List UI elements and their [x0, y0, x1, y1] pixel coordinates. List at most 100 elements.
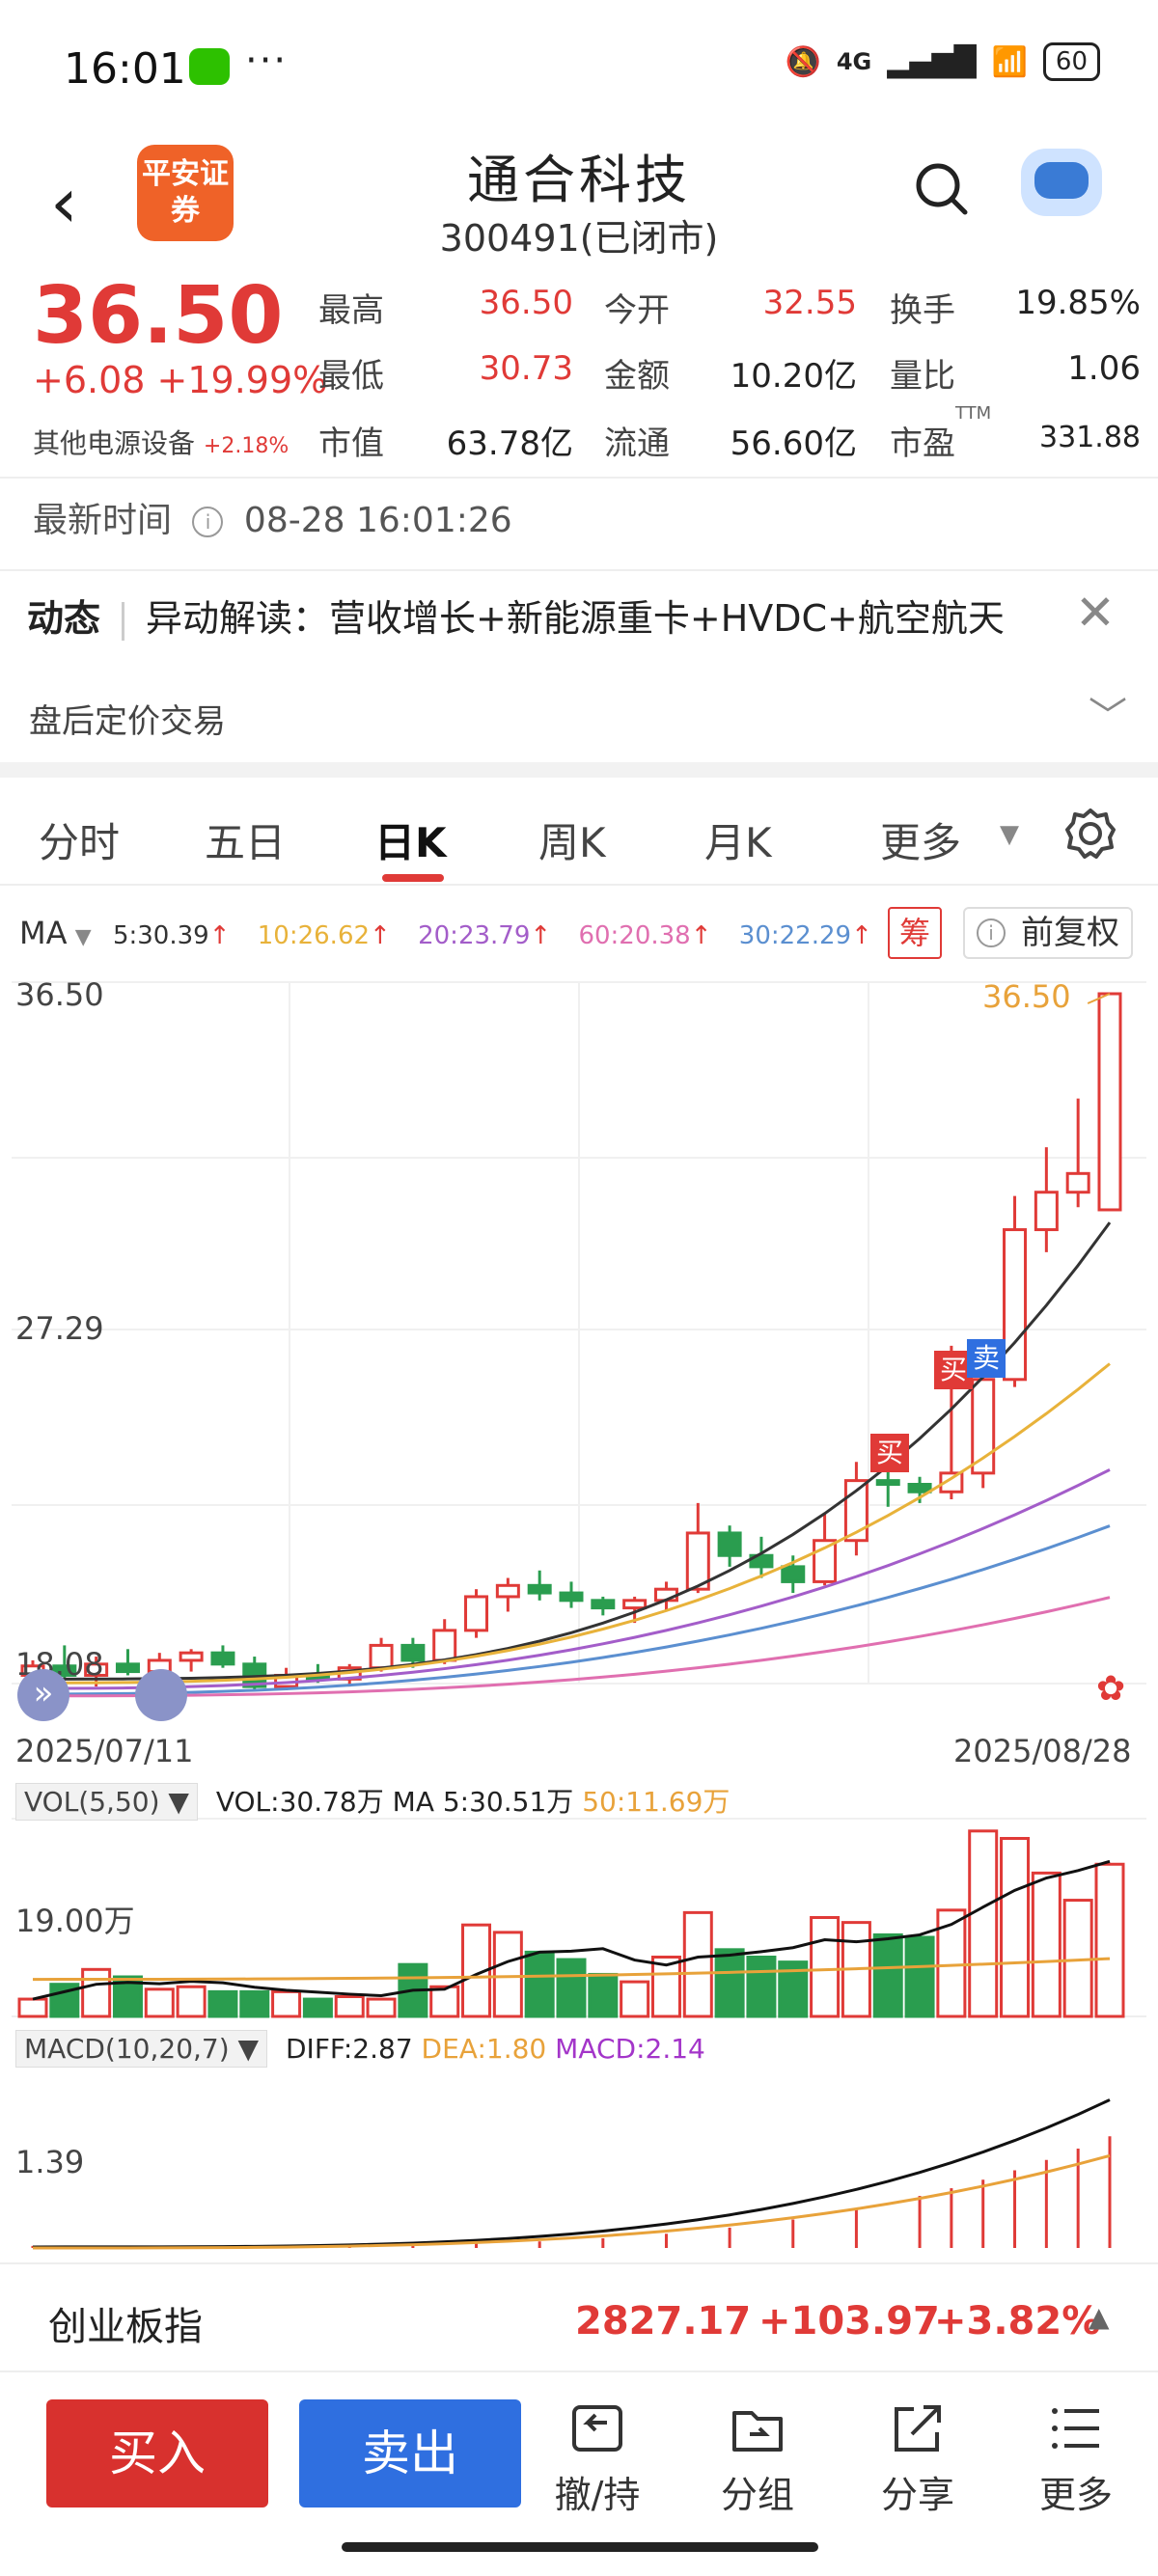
candle-body	[591, 1599, 616, 1610]
battery-icon: 60	[1042, 42, 1100, 81]
tab-more[interactable]: 更多	[880, 810, 961, 869]
macd-legend: MACD(10,20,7) ▼ DIFF:2.87 DEA:1.80 MACD:…	[15, 2030, 705, 2068]
tab-monthly-k[interactable]: 月K	[704, 810, 772, 869]
index-change: +103.97	[758, 2299, 940, 2343]
y-axis-mid-label: 27.29	[15, 1310, 104, 1347]
macd-axis-label: 1.39	[15, 2144, 85, 2180]
more-button[interactable]: 更多	[1004, 2401, 1148, 2518]
expand-panel-icon[interactable]: »	[17, 1669, 69, 1721]
kline-chart-area[interactable]	[0, 965, 1158, 2262]
sell-signal-marker[interactable]: 卖	[967, 1339, 1006, 1378]
group-button[interactable]: 分组	[685, 2401, 830, 2518]
candle-body	[527, 1583, 552, 1595]
candle-body	[717, 1531, 742, 1557]
network-label: 4G	[836, 48, 872, 75]
tab-weekly-k[interactable]: 周K	[538, 810, 606, 869]
chevron-down-icon[interactable]: ﹀	[1089, 685, 1127, 741]
index-value: 2827.17	[575, 2299, 752, 2343]
candle-body	[179, 1651, 204, 1662]
quote-panel: 36.50 +6.08 +19.99% 其他电源设备 +2.18% 最高 36.…	[0, 270, 1158, 473]
drawing-tool-icon[interactable]	[135, 1669, 187, 1721]
ma60-value: 60:20.38	[578, 921, 691, 950]
volume-bar	[1094, 1862, 1125, 2018]
volume-bar	[492, 1931, 523, 2018]
y-axis-top-label: 36.50	[15, 976, 104, 1013]
info-icon: i	[977, 918, 1006, 947]
volume-bar	[714, 1948, 745, 2018]
quote-value: 331.88	[1039, 421, 1141, 454]
index-name: 创业板指	[48, 2305, 203, 2349]
volume-bar	[302, 1997, 333, 2018]
group-label: 分组	[720, 2474, 794, 2516]
broker-logo[interactable]: 平安证券	[137, 145, 234, 241]
quote-label: 流通	[604, 425, 670, 463]
caret-down-icon[interactable]: ▼	[1000, 820, 1019, 849]
volume-value: VOL:30.78万	[215, 1786, 384, 1818]
macd-selector-label: MACD(10,20,7)	[24, 2033, 230, 2065]
more-notifications-icon: ···	[245, 39, 289, 83]
ma-legend[interactable]: MA ▼ 5:30.39↑ 10:26.62↑ 20:23.79↑ 60:20.…	[19, 915, 872, 951]
ma5-line	[32, 1221, 1112, 1681]
after-hours-trading[interactable]: 盘后定价交易	[29, 695, 226, 742]
price-change: +6.08 +19.99%	[33, 359, 328, 401]
volume-bar	[1031, 1871, 1062, 2018]
latest-time-label: 最新时间	[33, 501, 173, 540]
settings-gear-icon[interactable]	[1065, 808, 1116, 859]
buy-button[interactable]: 买入	[46, 2399, 268, 2507]
ma-dropdown-icon[interactable]: ▼	[75, 925, 92, 949]
volume-bar	[524, 1950, 555, 2018]
tab-five-day[interactable]: 五日	[205, 810, 286, 869]
dynamic-text[interactable]: 异动解读：营收增长+新能源重卡+HVDC+航空航天	[146, 597, 1005, 640]
volume-indicator-selector[interactable]: VOL(5,50) ▼	[15, 1783, 198, 1821]
stock-header: 通合科技 300491(已闭市) ‹ 平安证券	[0, 135, 1158, 270]
candle-body	[210, 1651, 235, 1666]
sector-info[interactable]: 其他电源设备 +2.18%	[33, 423, 289, 461]
index-ticker[interactable]: 创业板指 2827.17 +103.97 +3.82% ▲	[0, 2262, 1158, 2370]
volume-bar	[810, 1916, 841, 2018]
search-icon[interactable]	[913, 160, 971, 218]
volume-bar	[620, 1980, 650, 2018]
event-flower-icon[interactable]: ✿	[1096, 1669, 1125, 1709]
quote-label: 换手	[890, 291, 955, 330]
dynamic-news[interactable]: 动态 异动解读：营收增长+新能源重卡+HVDC+航空航天	[27, 589, 1005, 642]
volume-bar	[271, 1989, 302, 2018]
sell-button[interactable]: 卖出	[299, 2399, 521, 2507]
quote-value: 19.85%	[1015, 284, 1141, 322]
dynamic-tag: 动态	[27, 597, 101, 640]
candle-body	[115, 1662, 140, 1674]
section-divider	[0, 762, 1158, 778]
macd-indicator-selector[interactable]: MACD(10,20,7) ▼	[15, 2030, 268, 2068]
close-icon[interactable]: ✕	[1075, 585, 1116, 641]
cancel-hold-label: 撤/持	[554, 2474, 641, 2516]
cancel-hold-icon	[572, 2405, 622, 2452]
back-icon[interactable]: ‹	[50, 162, 78, 243]
volume-bar	[1000, 1837, 1031, 2018]
quote-label: 金额	[604, 357, 670, 396]
status-icons: 🔕 4G ▂▄▆█ 📶 60	[785, 42, 1100, 81]
tab-timeshare[interactable]: 分时	[39, 810, 120, 869]
cancel-hold-button[interactable]: 撤/持	[525, 2401, 670, 2518]
candle-body	[559, 1591, 584, 1603]
candle-body	[464, 1595, 489, 1632]
signal-icon: ▂▄▆█	[887, 44, 977, 79]
adjust-label: 前复权	[1021, 914, 1119, 952]
volume-bar	[556, 1958, 587, 2018]
expand-up-icon[interactable]: ▲	[1089, 2301, 1110, 2333]
chip-distribution-button[interactable]: 筹	[888, 907, 942, 959]
quote-value: 36.50	[479, 284, 573, 322]
share-label: 分享	[880, 2474, 954, 2516]
info-icon[interactable]: i	[192, 507, 224, 537]
tab-daily-k[interactable]: 日K	[374, 810, 447, 869]
ma-label: MA	[19, 915, 68, 951]
adjust-button[interactable]: i 前复权	[963, 907, 1133, 959]
buy-signal-marker[interactable]: 买	[870, 1434, 909, 1472]
share-button[interactable]: 分享	[845, 2401, 990, 2518]
quote-value: 56.60亿	[730, 425, 857, 463]
candle-body	[907, 1482, 932, 1494]
ma30-value: 30:22.29	[738, 921, 852, 950]
mute-icon: 🔕	[785, 44, 821, 79]
assistant-robot-icon[interactable]	[1021, 149, 1102, 216]
volume-bar	[682, 1910, 713, 2018]
chart-period-tabs: 分时 五日 日K 周K 月K 更多 ▼	[0, 781, 1158, 884]
ma20-value: 20:23.79	[418, 921, 531, 950]
